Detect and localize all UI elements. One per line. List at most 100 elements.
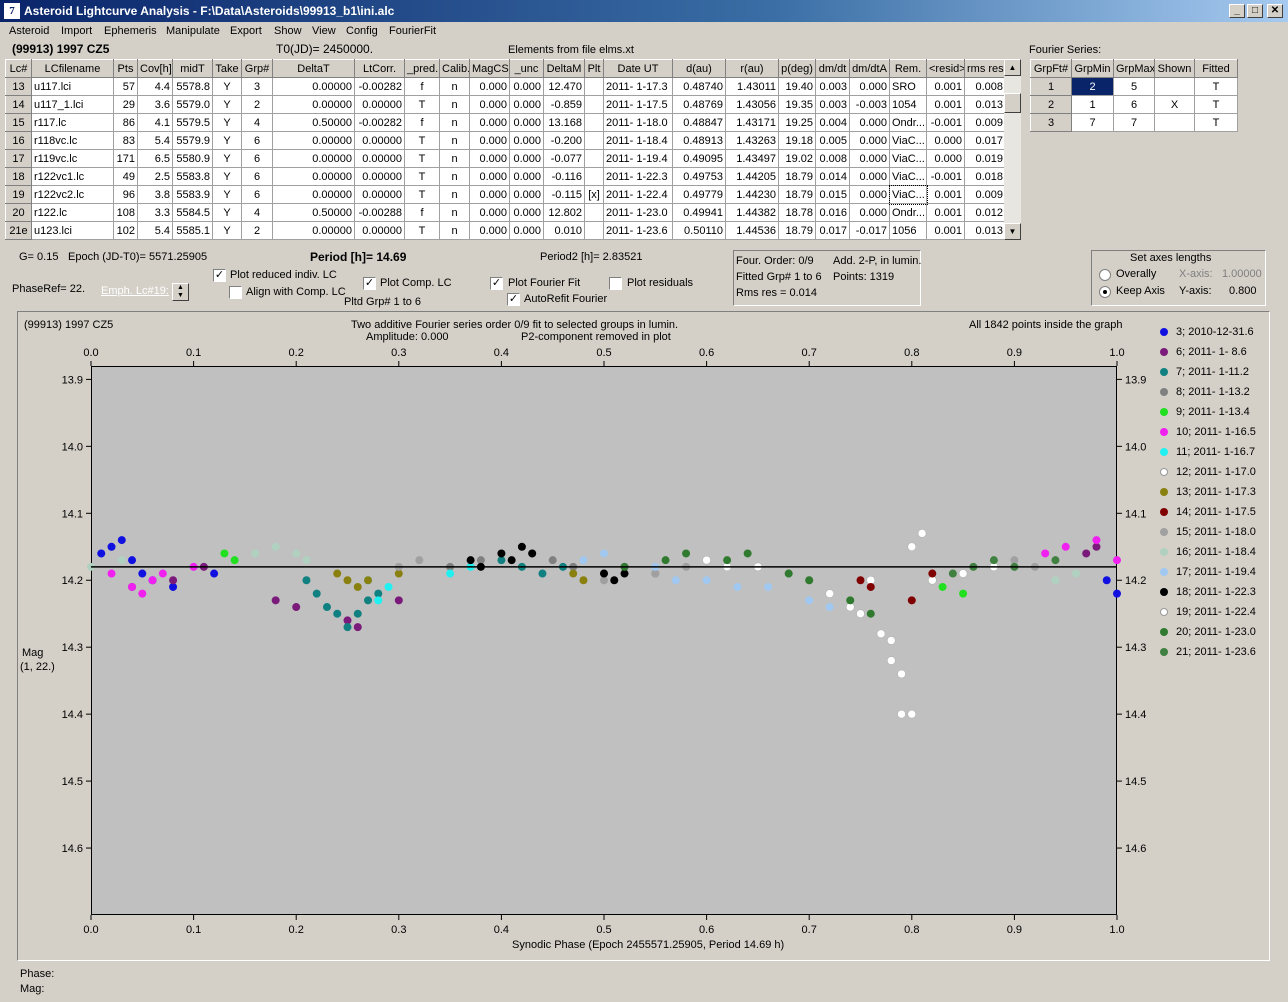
legend-marker-icon <box>1160 648 1168 657</box>
legend-label: 6; 2011- 1- 8.6 <box>1176 346 1247 358</box>
legend-marker-icon <box>1160 468 1168 477</box>
legend-label: 20; 2011- 1-23.0 <box>1176 626 1256 638</box>
data-point <box>610 576 619 585</box>
data-point <box>897 709 906 719</box>
data-point <box>846 596 855 605</box>
legend-marker-icon <box>1160 408 1168 417</box>
x-tick-label-top: 0.9 <box>1007 347 1022 359</box>
x-tick-label-top: 0.2 <box>289 347 304 359</box>
y-tick-label-right: 14.0 <box>1125 441 1146 453</box>
data-point <box>548 556 557 565</box>
y-tick-label: 14.3 <box>62 642 83 654</box>
legend-label: 16; 2011- 1-18.4 <box>1176 546 1256 558</box>
data-point <box>107 542 116 551</box>
legend-label: 11; 2011- 1-16.7 <box>1176 446 1256 458</box>
legend-label: 7; 2011- 1-11.2 <box>1176 366 1249 378</box>
data-point <box>394 596 403 605</box>
legend-marker-icon <box>1160 568 1168 577</box>
legend-item: 18; 2011- 1-22.3 <box>1160 586 1256 600</box>
data-point <box>353 623 362 632</box>
data-point <box>671 576 680 585</box>
data-point <box>866 582 875 591</box>
legend-item: 21; 2011- 1-23.6 <box>1160 646 1256 660</box>
x-tick-label: 0.2 <box>289 924 304 936</box>
data-point <box>271 542 280 551</box>
legend-marker-icon <box>1160 628 1168 637</box>
legend-label: 21; 2011- 1-23.6 <box>1176 646 1256 658</box>
y-tick-label: 14.1 <box>62 508 83 520</box>
legend-marker-icon <box>1160 528 1168 537</box>
legend-item: 16; 2011- 1-18.4 <box>1160 546 1256 560</box>
data-point <box>907 542 917 552</box>
y-tick-label-right: 14.3 <box>1125 642 1146 654</box>
legend-item: 20; 2011- 1-23.0 <box>1160 626 1256 640</box>
y-tick-label: 14.5 <box>62 776 83 788</box>
y-tick-label: 14.4 <box>62 709 83 721</box>
legend-label: 12; 2011- 1-17.0 <box>1176 466 1256 478</box>
data-point <box>907 709 917 719</box>
x-tick-label: 0.8 <box>904 924 919 936</box>
legend-item: 13; 2011- 1-17.3 <box>1160 486 1256 500</box>
legend-label: 18; 2011- 1-22.3 <box>1176 586 1256 598</box>
x-tick-label-top: 0.4 <box>494 347 509 359</box>
data-point <box>517 542 526 551</box>
x-tick-label-top: 0.6 <box>699 347 714 359</box>
data-point <box>97 549 106 558</box>
data-point <box>661 556 670 565</box>
x-tick-label-top: 0.3 <box>391 347 406 359</box>
x-tick-label: 0.4 <box>494 924 509 936</box>
status-phase: Phase: <box>20 968 55 980</box>
data-point <box>805 576 814 585</box>
data-point <box>1102 576 1111 585</box>
y-tick-label-right: 14.1 <box>1125 508 1146 520</box>
legend-marker-icon <box>1160 608 1168 617</box>
y-tick-label-right: 13.9 <box>1125 374 1146 386</box>
data-point <box>528 549 537 558</box>
x-tick-label: 0.9 <box>1007 924 1022 936</box>
y-tick-label: 14.6 <box>62 843 83 855</box>
data-point <box>384 582 393 591</box>
data-point <box>887 636 896 645</box>
data-point <box>333 609 342 618</box>
legend-label: 10; 2011- 1-16.5 <box>1176 426 1256 438</box>
y-tick-label-right: 14.5 <box>1125 776 1146 788</box>
data-point <box>128 582 137 591</box>
data-point <box>353 582 362 591</box>
data-point <box>825 589 834 598</box>
data-point <box>1051 556 1060 565</box>
data-point <box>343 623 352 632</box>
legend-item: 12; 2011- 1-17.0 <box>1160 466 1256 480</box>
data-point <box>1051 576 1060 585</box>
data-point <box>364 596 373 605</box>
legend-marker-icon <box>1160 328 1168 337</box>
data-point <box>959 589 968 598</box>
data-point <box>538 569 547 578</box>
legend-marker-icon <box>1160 508 1168 517</box>
legend-label: 14; 2011- 1-17.5 <box>1176 506 1256 518</box>
data-point <box>702 555 711 565</box>
legend-item: 9; 2011- 1-13.4 <box>1160 406 1250 420</box>
legend-item: 15; 2011- 1-18.0 <box>1160 526 1256 540</box>
data-point <box>138 589 147 598</box>
data-point <box>138 569 147 578</box>
x-tick-label-top: 0.8 <box>904 347 919 359</box>
data-point <box>169 576 178 585</box>
data-point <box>938 582 947 591</box>
y-tick-label: 14.0 <box>62 441 83 453</box>
data-point <box>866 609 875 618</box>
legend-marker-icon <box>1160 348 1168 357</box>
legend-marker-icon <box>1160 428 1168 437</box>
data-point <box>876 629 886 639</box>
data-point <box>374 596 383 605</box>
lightcurve-chart: 0.0 0.0 0.1 0.1 0.2 0.2 0.3 0.3 0.4 0.4 0.5 0.5 0.6 0… <box>62 347 1147 936</box>
plot-legend: 3; 2010-12-31.6 6; 2011- 1- 8.6 7; 2011- 1… <box>1160 326 1270 676</box>
data-point <box>251 549 260 558</box>
data-point <box>569 569 578 578</box>
y-tick-label-right: 14.4 <box>1125 709 1146 721</box>
data-point <box>805 596 814 605</box>
x-tick-label-top: 0.1 <box>186 347 201 359</box>
data-point <box>302 556 311 565</box>
data-point <box>1041 549 1050 558</box>
data-point <box>600 569 608 578</box>
y-tick-label: 13.9 <box>62 374 83 386</box>
